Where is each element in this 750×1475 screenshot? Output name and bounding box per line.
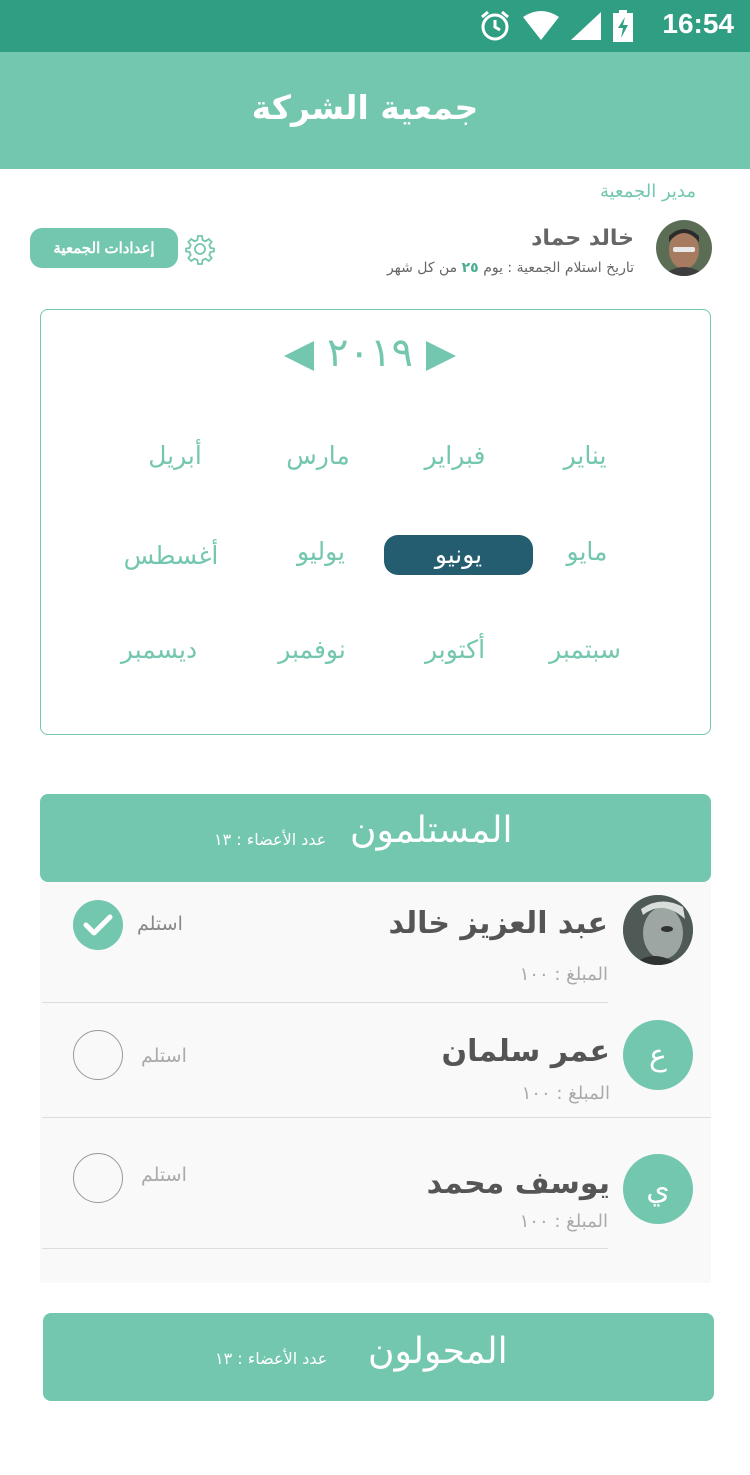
member-name: عبد العزيز خالد xyxy=(388,906,608,941)
member-amount: المبلغ : ١٠٠ xyxy=(521,1083,610,1104)
receive-date-text: تاريخ استلام الجمعية : يوم ٢٥ من كل شهر xyxy=(387,260,634,276)
member-avatar: ي xyxy=(623,1154,693,1224)
status-time: 16:54 xyxy=(662,8,734,39)
manager-photo-icon xyxy=(656,220,712,276)
month-january[interactable]: يناير xyxy=(510,436,660,476)
month-august[interactable]: أغسطس xyxy=(96,536,246,576)
member-name: عمر سلمان xyxy=(441,1034,610,1069)
receivers-member-count: عدد الأعضاء : ١٣ xyxy=(214,830,327,849)
row-divider xyxy=(42,1248,608,1249)
month-april[interactable]: أبريل xyxy=(100,436,250,476)
row-divider xyxy=(42,1002,608,1003)
member-amount: المبلغ : ١٠٠ xyxy=(519,964,608,985)
receivers-list xyxy=(40,882,711,1283)
receive-date-prefix: تاريخ استلام الجمعية : يوم xyxy=(483,260,634,276)
month-october[interactable]: أكتوبر xyxy=(380,630,530,670)
prev-year-arrow-icon[interactable] xyxy=(284,341,314,371)
row-divider xyxy=(42,1117,711,1118)
checkmark-icon xyxy=(83,914,113,936)
member-amount: المبلغ : ١٠٠ xyxy=(519,1211,608,1232)
receivers-header[interactable]: المستلمون عدد الأعضاء : ١٣ xyxy=(40,794,711,882)
settings-button[interactable]: إعدادات الجمعية xyxy=(30,228,178,268)
month-june-selected[interactable]: يونيو xyxy=(384,535,533,575)
app-title: جمعية الشركة xyxy=(251,88,479,127)
month-march[interactable]: مارس xyxy=(243,436,393,476)
receive-date-suffix: من كل شهر xyxy=(386,260,458,276)
month-july[interactable]: يوليو xyxy=(246,532,396,572)
receive-day: ٢٥ xyxy=(461,260,479,276)
received-checkbox[interactable] xyxy=(73,1153,123,1203)
year-label: ٢٠١٩ xyxy=(327,330,413,376)
received-checkbox[interactable] xyxy=(73,900,123,950)
received-label: استلم xyxy=(141,1045,187,1067)
month-may[interactable]: مايو xyxy=(512,532,662,572)
member-name: يوسف محمد xyxy=(426,1166,610,1201)
received-label: استلم xyxy=(137,913,183,935)
member-avatar: ع xyxy=(623,1020,693,1090)
manager-section-label: مدير الجمعية xyxy=(599,181,696,202)
battery-charging-icon xyxy=(613,10,633,42)
alarm-icon xyxy=(481,10,509,41)
received-checkbox[interactable] xyxy=(73,1030,123,1080)
month-november[interactable]: نوفمبر xyxy=(237,630,387,670)
manager-name: خالد حماد xyxy=(531,226,634,251)
transferers-title: المحولون xyxy=(368,1331,508,1372)
received-label: استلم xyxy=(141,1164,187,1186)
signal-icon xyxy=(571,12,601,40)
status-bar xyxy=(0,0,750,52)
status-icons xyxy=(478,10,634,42)
wifi-icon xyxy=(523,11,559,40)
gear-icon[interactable] xyxy=(184,233,216,265)
manager-avatar[interactable] xyxy=(656,220,712,276)
month-february[interactable]: فبراير xyxy=(380,436,530,476)
month-december[interactable]: ديسمبر xyxy=(84,630,234,670)
transferers-header[interactable]: المحولون عدد الأعضاء : ١٣ xyxy=(43,1313,714,1401)
next-year-arrow-icon[interactable] xyxy=(426,341,456,371)
month-september[interactable]: سبتمبر xyxy=(510,630,660,670)
member-photo-icon xyxy=(623,895,693,965)
member-avatar xyxy=(623,895,693,965)
receivers-title: المستلمون xyxy=(350,810,513,851)
transferers-member-count: عدد الأعضاء : ١٣ xyxy=(215,1349,328,1368)
